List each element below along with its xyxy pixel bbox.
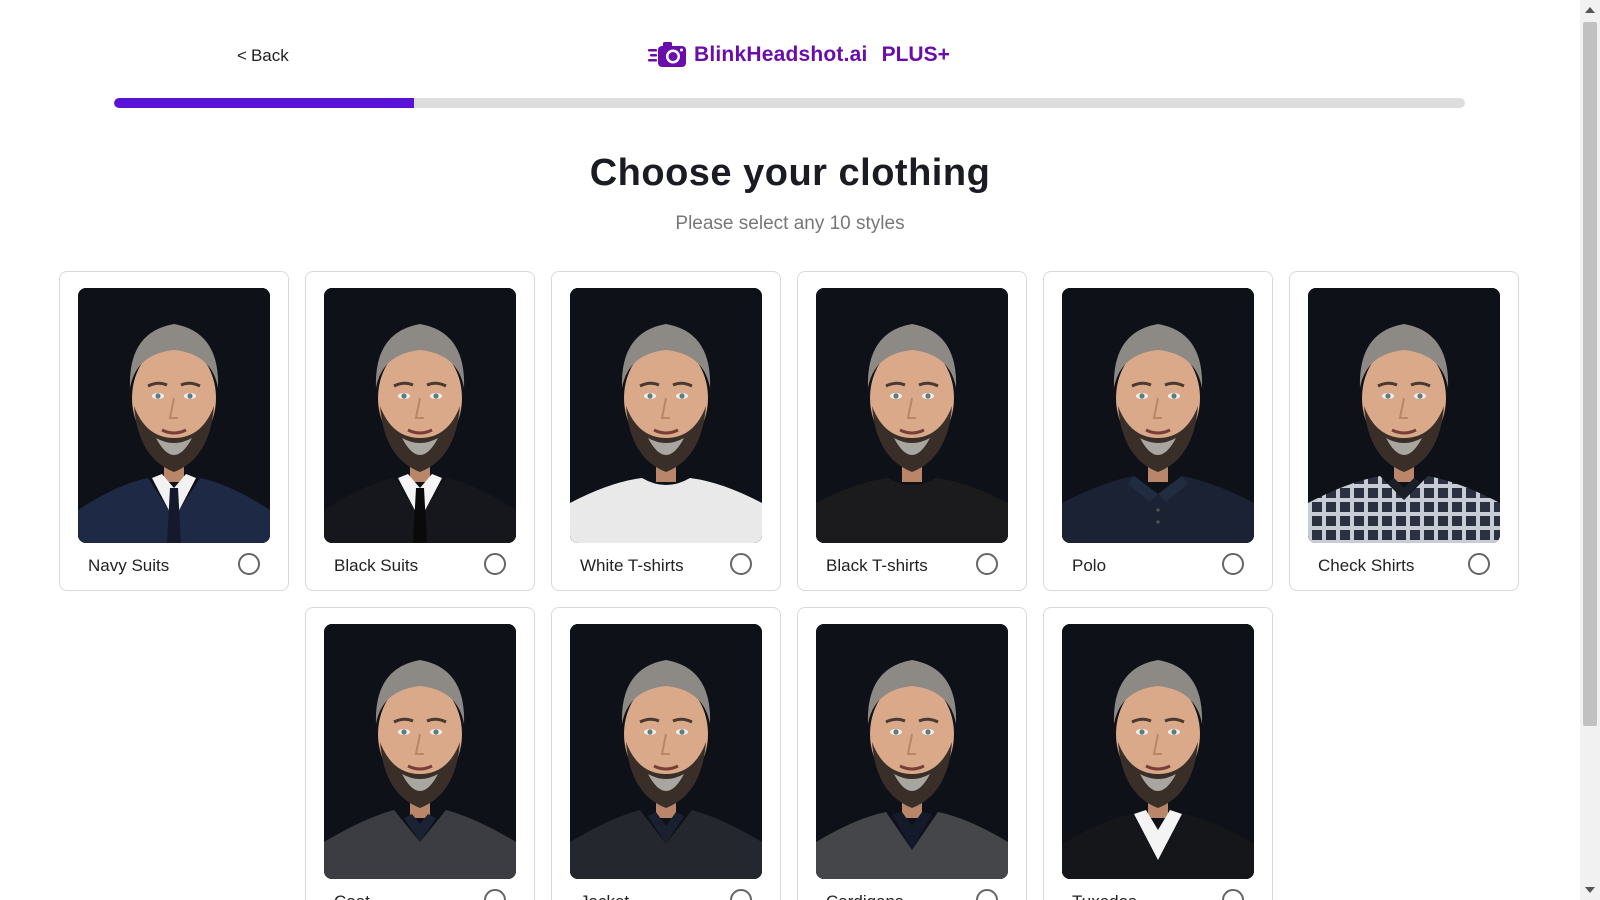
style-photo	[1308, 288, 1500, 543]
style-label: Polo	[1072, 556, 1107, 575]
style-label: Black T-shirts	[826, 556, 928, 575]
style-photo	[324, 624, 516, 879]
style-card-cardigan[interactable]: Cardigans	[797, 607, 1027, 900]
portrait-image	[1062, 624, 1254, 879]
style-radio-button[interactable]	[1222, 889, 1244, 900]
style-card-check-shirt[interactable]: Check Shirts	[1289, 271, 1519, 591]
style-card-white-tee[interactable]: White T-shirts	[551, 271, 781, 591]
style-card-tuxedo[interactable]: Tuxedos	[1043, 607, 1273, 900]
style-label: Cardigans	[826, 892, 904, 900]
style-card-navy-suit[interactable]: Navy Suits	[59, 271, 289, 591]
scrollbar-thumb[interactable]	[1583, 22, 1597, 726]
style-photo	[816, 624, 1008, 879]
style-radio-button[interactable]	[976, 889, 998, 900]
style-radio-button[interactable]	[484, 889, 506, 900]
portrait-image	[816, 288, 1008, 543]
style-label: Coat	[334, 892, 370, 900]
style-photo	[324, 288, 516, 543]
style-label: Tuxedos	[1072, 892, 1137, 900]
style-label: Black Suits	[334, 556, 419, 575]
vertical-scrollbar[interactable]	[1580, 0, 1600, 900]
style-photo	[78, 288, 270, 543]
style-label: Check Shirts	[1318, 556, 1415, 575]
portrait-image	[324, 624, 516, 879]
style-radio-button[interactable]	[1468, 553, 1490, 575]
style-card-polo[interactable]: Polo	[1043, 271, 1273, 591]
style-radio-button[interactable]	[976, 553, 998, 575]
scroll-up-arrow-icon[interactable]	[1580, 0, 1600, 20]
style-radio-button[interactable]	[238, 553, 260, 575]
style-card-black-tee[interactable]: Black T-shirts	[797, 271, 1027, 591]
style-photo	[1062, 624, 1254, 879]
style-radio-button[interactable]	[730, 889, 752, 900]
portrait-image	[1062, 288, 1254, 543]
portrait-image	[816, 624, 1008, 879]
style-label: Jacket	[580, 892, 629, 900]
portrait-image	[78, 288, 270, 543]
style-radio-button[interactable]	[1222, 553, 1244, 575]
style-photo	[816, 288, 1008, 543]
style-photo	[570, 624, 762, 879]
clothing-style-grid: Navy Suits Black Suits White T-shirts Black…	[0, 0, 1580, 900]
page: < Back BlinkHeadshot.ai PLUS+ Choose your…	[0, 0, 1580, 900]
style-radio-button[interactable]	[484, 553, 506, 575]
portrait-image	[570, 624, 762, 879]
style-card-black-suit[interactable]: Black Suits	[305, 271, 535, 591]
style-label: White T-shirts	[580, 556, 684, 575]
style-photo	[1062, 288, 1254, 543]
portrait-image	[1308, 288, 1500, 543]
style-label: Navy Suits	[88, 556, 170, 575]
portrait-image	[570, 288, 762, 543]
style-radio-button[interactable]	[730, 553, 752, 575]
style-photo	[570, 288, 762, 543]
scroll-down-arrow-icon[interactable]	[1580, 880, 1600, 900]
style-card-coat[interactable]: Coat	[305, 607, 535, 900]
style-card-jacket[interactable]: Jacket	[551, 607, 781, 900]
portrait-image	[324, 288, 516, 543]
